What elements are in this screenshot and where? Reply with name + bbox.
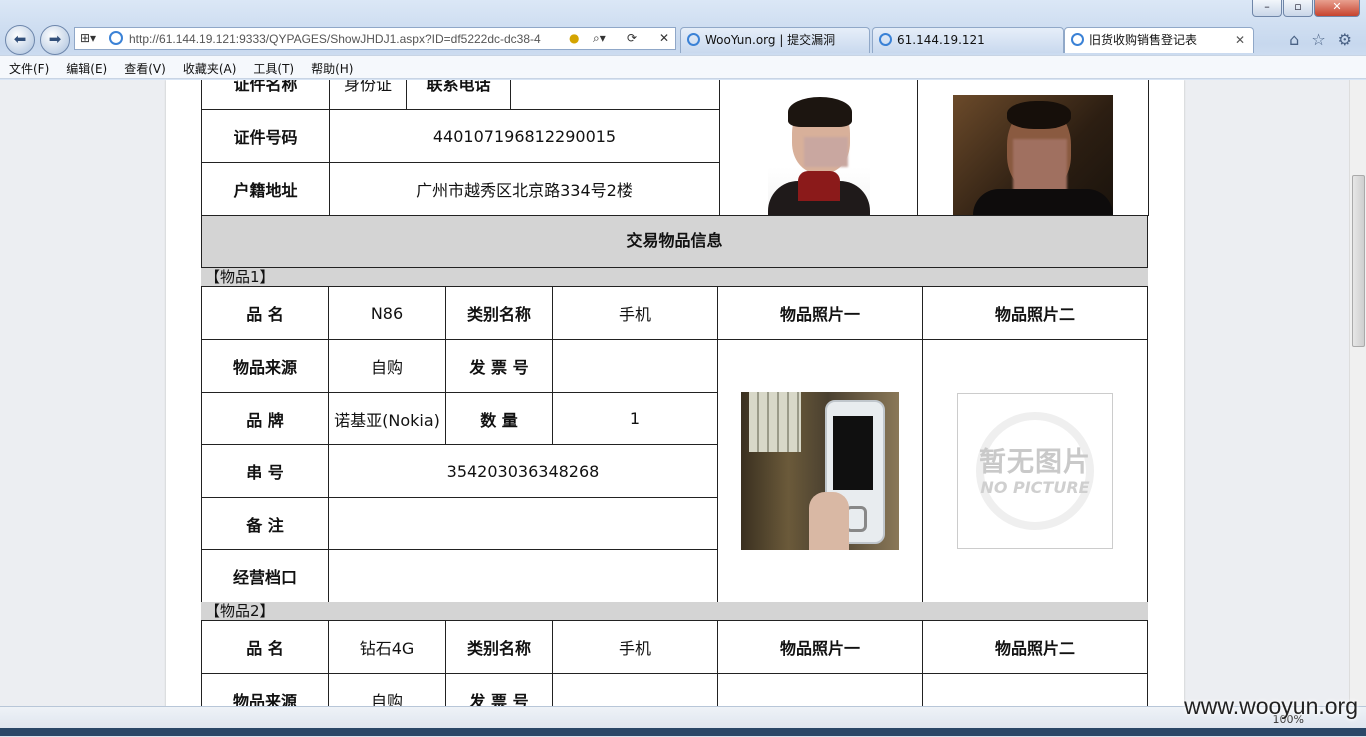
item2-invoice-value xyxy=(552,673,718,706)
item1-serial-value: 354203036348268 xyxy=(328,444,718,498)
back-button[interactable]: ⬅ xyxy=(5,25,35,55)
tab-label: 61.144.19.121 xyxy=(897,33,985,47)
item1-table: 品 名 N86 类别名称 手机 物品照片一 物品照片二 物品来源 自购 发 票 … xyxy=(201,286,1148,603)
item1-stall-label: 经营档口 xyxy=(201,549,329,603)
item2-name-value: 钻石4G xyxy=(328,620,446,674)
no-picture-cn-text: 暂无图片 xyxy=(979,447,1091,478)
tab-ie-icon xyxy=(687,33,700,46)
id-type-value: 身份证 xyxy=(329,80,407,110)
id-photo-cell xyxy=(719,80,918,216)
item2-header: 【物品2】 xyxy=(201,602,1148,620)
item1-qty-label: 数 量 xyxy=(445,392,553,445)
item1-phone-photo xyxy=(741,392,899,550)
item2-photo2-label: 物品照片二 xyxy=(922,620,1148,674)
item1-name-value: N86 xyxy=(328,286,446,340)
item2-table: 品 名 钻石4G 类别名称 手机 物品照片一 物品照片二 物品来源 自购 发 票… xyxy=(201,620,1148,706)
minimize-button[interactable]: – xyxy=(1252,0,1282,17)
menu-favorites[interactable]: 收藏夹(A) xyxy=(174,56,245,78)
maximize-button[interactable]: ▫ xyxy=(1283,0,1313,17)
scrollbar-thumb[interactable] xyxy=(1352,175,1365,347)
address-value: 广州市越秀区北京路334号2楼 xyxy=(329,162,720,216)
favorites-star-icon[interactable]: ☆ xyxy=(1311,30,1325,49)
ie-page-icon xyxy=(109,31,123,45)
home-icon[interactable]: ⌂ xyxy=(1289,30,1299,49)
menu-edit[interactable]: 编辑(E) xyxy=(57,56,115,78)
tab-label: 旧货收购销售登记表 xyxy=(1089,33,1198,47)
live-photo-cell xyxy=(917,80,1149,216)
tab-close-icon[interactable]: ✕ xyxy=(1235,28,1245,52)
address-bar[interactable]: ⊞▾ http://61.144.19.121:9333/QYPAGES/Sho… xyxy=(74,27,676,50)
id-number-label: 证件号码 xyxy=(201,109,330,163)
menu-bar: 文件(F) 编辑(E) 查看(V) 收藏夹(A) 工具(T) 帮助(H) xyxy=(0,55,1366,79)
watermark-text: www.wooyun.org xyxy=(1184,693,1358,719)
person-info-table: 证件名称 身份证 联系电话 证件号码 440107196812290015 户籍… xyxy=(201,80,1149,216)
stop-icon[interactable]: ✕ xyxy=(659,31,669,45)
close-window-button[interactable]: ✕ xyxy=(1314,0,1360,17)
item1-note-label: 备 注 xyxy=(201,497,329,550)
tab-wooyun[interactable]: WooYun.org | 提交漏洞 xyxy=(680,27,870,53)
item2-photo1-label: 物品照片一 xyxy=(717,620,923,674)
item1-brand-value: 诺基亚(Nokia) xyxy=(328,392,446,445)
item2-photo1-cell xyxy=(717,673,923,706)
item1-qty-value: 1 xyxy=(552,392,718,445)
vertical-scrollbar[interactable] xyxy=(1349,80,1366,706)
item1-category-label: 类别名称 xyxy=(445,286,553,340)
item1-brand-label: 品 牌 xyxy=(201,392,329,445)
window-controls: – ▫ ✕ xyxy=(1252,0,1360,17)
item2-invoice-label: 发 票 号 xyxy=(445,673,553,706)
item2-source-value: 自购 xyxy=(328,673,446,706)
url-text[interactable]: http://61.144.19.121:9333/QYPAGES/ShowJH… xyxy=(129,32,541,46)
item1-source-value: 自购 xyxy=(328,339,446,393)
item1-invoice-label: 发 票 号 xyxy=(445,339,553,393)
item1-photo1-label: 物品照片一 xyxy=(717,286,923,340)
item2-source-label: 物品来源 xyxy=(201,673,329,706)
page-viewport: 证件名称 身份证 联系电话 证件号码 440107196812290015 户籍… xyxy=(0,80,1350,706)
phone-value xyxy=(510,80,720,110)
toolbar-icons: ⌂ ☆ ⚙ xyxy=(1289,30,1352,49)
item1-stall-value xyxy=(328,549,718,603)
item1-photo2-label: 物品照片二 xyxy=(922,286,1148,340)
item1-note-value xyxy=(328,497,718,550)
forward-button[interactable]: ➡ xyxy=(40,25,70,55)
section-title: 交易物品信息 xyxy=(201,216,1148,268)
item1-name-label: 品 名 xyxy=(201,286,329,340)
no-picture-placeholder: 暂无图片 NO PICTURE xyxy=(957,393,1113,549)
settings-gear-icon[interactable]: ⚙ xyxy=(1338,30,1352,49)
tab-ip[interactable]: 61.144.19.121 xyxy=(872,27,1064,53)
item1-category-value: 手机 xyxy=(552,286,718,340)
item2-category-value: 手机 xyxy=(552,620,718,674)
phone-label: 联系电话 xyxy=(406,80,511,110)
taskbar xyxy=(0,728,1366,736)
item1-serial-label: 串 号 xyxy=(201,444,329,498)
item2-photo2-cell xyxy=(922,673,1148,706)
item2-category-label: 类别名称 xyxy=(445,620,553,674)
address-label: 户籍地址 xyxy=(201,162,330,216)
tab-register[interactable]: 旧货收购销售登记表 ✕ xyxy=(1064,27,1254,53)
tab-ie-icon xyxy=(879,33,892,46)
live-photo xyxy=(953,95,1113,215)
menu-view[interactable]: 查看(V) xyxy=(115,56,174,78)
document-page: 证件名称 身份证 联系电话 证件号码 440107196812290015 户籍… xyxy=(166,80,1184,706)
id-photo xyxy=(767,95,870,215)
item1-source-label: 物品来源 xyxy=(201,339,329,393)
item1-photo1-cell xyxy=(717,339,923,603)
menu-file[interactable]: 文件(F) xyxy=(0,56,57,78)
no-picture-en-text: NO PICTURE xyxy=(980,478,1090,497)
menu-help[interactable]: 帮助(H) xyxy=(302,56,361,78)
item2-name-label: 品 名 xyxy=(201,620,329,674)
tab-ie-icon xyxy=(1071,33,1084,46)
menu-tools[interactable]: 工具(T) xyxy=(244,56,302,78)
id-type-label: 证件名称 xyxy=(201,80,330,110)
item1-photo2-cell: 暂无图片 NO PICTURE xyxy=(922,339,1148,603)
id-number-value: 440107196812290015 xyxy=(329,109,720,163)
item1-header: 【物品1】 xyxy=(201,268,1148,286)
tab-label: WooYun.org | 提交漏洞 xyxy=(705,33,836,47)
search-icon[interactable]: ⌕▾ xyxy=(593,31,606,46)
browser-chrome: – ▫ ✕ ⬅ ➡ ⊞▾ http://61.144.19.121:9333/Q… xyxy=(0,0,1366,80)
item1-invoice-value xyxy=(552,339,718,393)
compat-icon[interactable]: ⊞▾ xyxy=(80,31,96,45)
refresh-icon[interactable]: ⟳ xyxy=(627,31,637,45)
addon-icon[interactable]: ● xyxy=(569,31,579,45)
